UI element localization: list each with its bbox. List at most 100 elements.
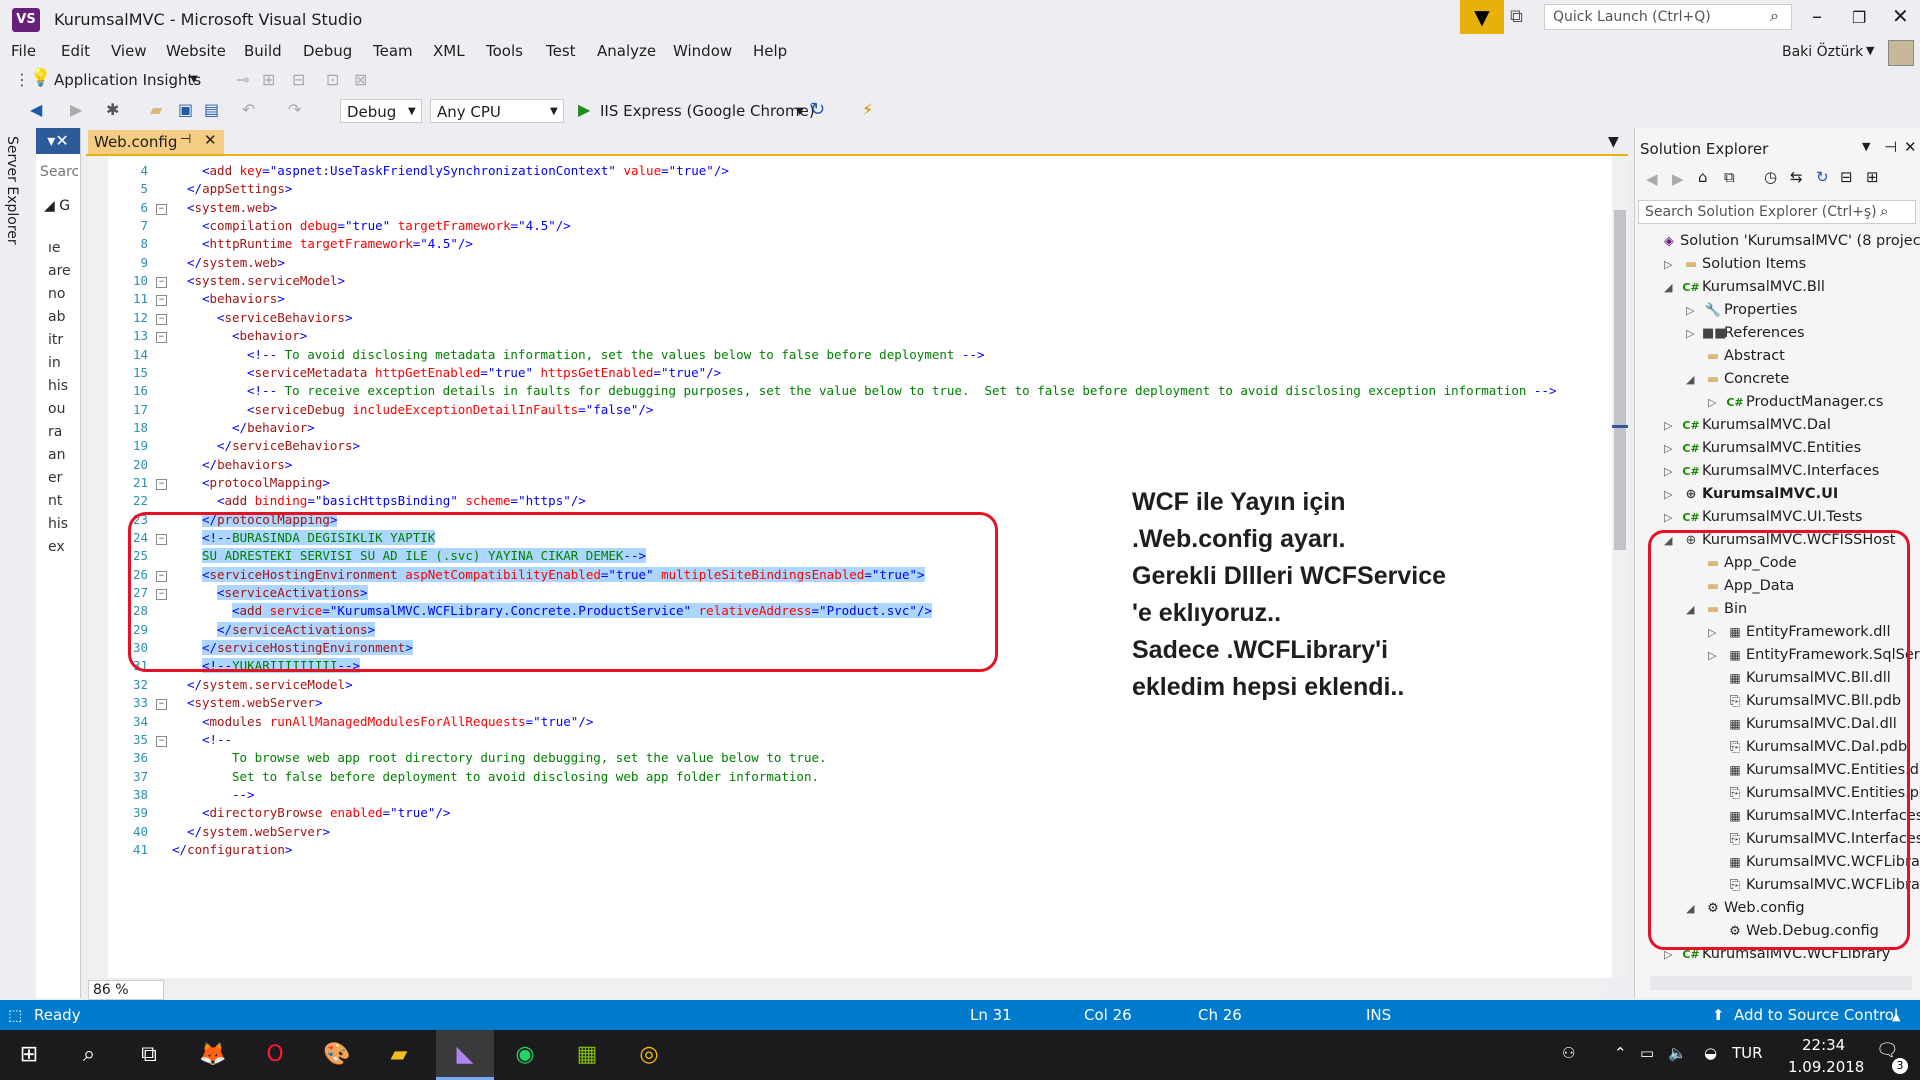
code-line[interactable]: <!-- To avoid disclosing metadata inform…	[247, 347, 985, 362]
collapse-toggle-icon[interactable]: −	[156, 295, 167, 307]
refresh-icon[interactable]: ↻	[1816, 168, 1829, 186]
application-insights-button[interactable]: Application Insights	[54, 71, 201, 89]
code-line[interactable]: <!--	[202, 732, 232, 747]
collapsed-icon[interactable]: ▷	[1686, 299, 1702, 322]
code-line[interactable]: <system.web>	[187, 200, 277, 215]
chevron-down-icon[interactable]: ▼	[1862, 140, 1870, 153]
code-line[interactable]: </behaviors>	[202, 457, 292, 472]
chevron-up-icon[interactable]: ⌃	[1614, 1044, 1627, 1062]
tree-node[interactable]: ◢ C# KurumsalMVC.Bll	[1664, 276, 1825, 299]
server-explorer-strip[interactable]	[0, 128, 34, 998]
tree-node[interactable]: ▷ C# KurumsalMVC.Entities	[1664, 437, 1861, 460]
code-line[interactable]: </appSettings>	[187, 181, 292, 196]
attach-icon[interactable]: ⊸	[236, 70, 249, 89]
menu-analyze[interactable]: Analyze	[597, 42, 656, 60]
pin-icon[interactable]: ⊣	[180, 132, 191, 147]
comment-icon[interactable]: ⊡	[326, 70, 339, 89]
collapsed-icon[interactable]: ▷	[1686, 322, 1702, 345]
collapse-toggle-icon[interactable]: −	[156, 277, 167, 289]
chevron-down-icon[interactable]: ▼	[1866, 44, 1874, 57]
code-line[interactable]: </serviceBehaviors>	[217, 438, 360, 453]
toolbox-item[interactable]: his	[48, 378, 68, 394]
save-all-icon[interactable]: ▤	[204, 100, 219, 119]
align-icon[interactable]: ⊞	[262, 70, 275, 89]
collapsed-icon[interactable]: ▷	[1664, 414, 1680, 437]
home-icon[interactable]: ⌂	[1698, 168, 1708, 186]
toolbox-group[interactable]: ◢ G	[44, 198, 70, 214]
tree-node[interactable]: ◢ ▬ Concrete	[1686, 368, 1789, 391]
tree-node[interactable]: ▷ ⊕ KurumsalMVC.UI	[1664, 483, 1838, 506]
tree-node[interactable]: ▷ ▬ Solution Items	[1664, 253, 1806, 276]
network-icon[interactable]: ◒	[1704, 1044, 1717, 1062]
open-folder-icon[interactable]: ▰	[150, 100, 162, 119]
toolbox-item[interactable]: itr	[48, 332, 63, 348]
code-line[interactable]: </system.webServer>	[187, 824, 330, 839]
zoom-select[interactable]: 86 %	[88, 980, 164, 1000]
fox-app-icon[interactable]: 🦊	[194, 1036, 232, 1074]
collapse-toggle-icon[interactable]: −	[156, 203, 167, 215]
collapse-toggle-icon[interactable]: −	[156, 735, 167, 747]
collapsed-icon[interactable]: ▷	[1664, 483, 1680, 506]
server-explorer-tab[interactable]: Server Explorer	[4, 136, 20, 245]
code-line[interactable]: <httpRuntime targetFramework="4.5"/>	[202, 236, 473, 251]
collapsed-icon[interactable]: ▷	[1664, 437, 1680, 460]
filter-feedback-icon[interactable]: ▼	[1460, 0, 1504, 34]
visual-studio-icon[interactable]: ◣	[446, 1036, 484, 1074]
code-line[interactable]: </behavior>	[232, 420, 315, 435]
opera-icon[interactable]: O	[256, 1036, 294, 1074]
collapse-toggle-icon[interactable]: −	[156, 699, 167, 711]
chevron-down-icon[interactable]: ▼	[550, 106, 558, 117]
toolbox-item[interactable]: are	[48, 263, 71, 279]
chevron-down-icon[interactable]: ▼	[796, 106, 804, 117]
toolbox-item[interactable]: an	[48, 447, 65, 463]
code-line[interactable]: <behavior>	[232, 328, 307, 343]
code-line[interactable]: <modules runAllManagedModulesForAllReque…	[202, 714, 593, 729]
code-line[interactable]: <system.webServer>	[187, 695, 322, 710]
code-line[interactable]: -->	[232, 787, 255, 802]
code-line[interactable]: <behaviors>	[202, 291, 285, 306]
collapse-toggle-icon[interactable]: −	[156, 332, 167, 344]
collapsed-icon[interactable]: ▷	[1664, 460, 1680, 483]
code-line[interactable]: <add key="aspnet:UseTaskFriendlySynchron…	[202, 163, 729, 178]
code-line[interactable]: Set to false before deployment to avoid …	[232, 769, 819, 784]
file-explorer-icon[interactable]: ▰	[380, 1036, 418, 1074]
refresh-icon[interactable]: ↻	[810, 99, 825, 120]
close-icon[interactable]: ▾✕	[36, 128, 80, 154]
code-line[interactable]: <compilation debug="true" targetFramewor…	[202, 218, 571, 233]
menu-build[interactable]: Build	[244, 42, 282, 60]
sync-icon[interactable]: ⇆	[1790, 168, 1803, 186]
menu-test[interactable]: Test	[546, 42, 576, 60]
menu-file[interactable]: File	[11, 42, 36, 60]
clock-date[interactable]: 1.09.2018	[1788, 1058, 1864, 1076]
expanded-icon[interactable]: ◢	[1664, 276, 1680, 299]
collapse-toggle-icon[interactable]: −	[156, 478, 167, 490]
collapsed-icon[interactable]: ▷	[1664, 253, 1680, 276]
code-line[interactable]: <serviceBehaviors>	[217, 310, 352, 325]
close-icon[interactable]: ✕	[1904, 138, 1917, 156]
code-line[interactable]: <add binding="basicHttpsBinding" scheme=…	[217, 493, 586, 508]
user-name[interactable]: Baki Öztürk	[1782, 44, 1863, 60]
toolbox-item[interactable]: ex	[48, 539, 65, 555]
tree-node[interactable]: ▷ C# KurumsalMVC.Dal	[1664, 414, 1831, 437]
undo-icon[interactable]: ↶	[242, 100, 255, 119]
platform-select[interactable]: Any CPU	[430, 99, 564, 123]
toolbox-item[interactable]: ıe	[48, 240, 61, 256]
back-icon[interactable]: ◀	[1646, 170, 1658, 188]
code-line[interactable]: </configuration>	[172, 842, 292, 857]
add-to-source-control-button[interactable]: Add to Source Control	[1734, 1006, 1898, 1024]
scrollbar-thumb[interactable]	[1614, 210, 1626, 550]
tree-node[interactable]: ▷ ■■References	[1686, 322, 1805, 345]
switch-views-icon[interactable]: ⧉	[1724, 168, 1735, 186]
play-icon[interactable]: ▶	[578, 100, 590, 119]
maximize-button[interactable]: ❐	[1852, 8, 1866, 27]
tree-node[interactable]: ▬ Abstract	[1686, 345, 1785, 368]
browser-link-icon[interactable]: ⚡	[862, 100, 873, 119]
quick-launch-input[interactable]: Quick Launch (Ctrl+Q)	[1544, 4, 1792, 30]
whatsapp-icon[interactable]: ◉	[506, 1036, 544, 1074]
menu-edit[interactable]: Edit	[61, 42, 90, 60]
chevron-down-icon[interactable]: ▼	[408, 106, 416, 117]
toolbox-item[interactable]: in	[48, 355, 61, 371]
menu-tools[interactable]: Tools	[486, 42, 523, 60]
battery-icon[interactable]: ▭	[1640, 1044, 1654, 1062]
code-line[interactable]: <serviceMetadata httpGetEnabled="true" h…	[247, 365, 721, 380]
